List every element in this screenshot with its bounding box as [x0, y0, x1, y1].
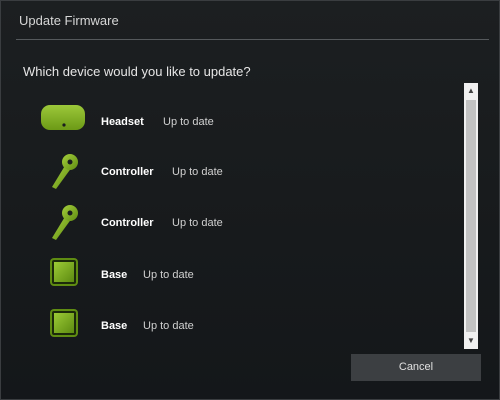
base-station-icon — [50, 258, 78, 286]
device-row-headset[interactable]: Headset Up to date — [39, 103, 339, 143]
scroll-up-arrow[interactable]: ▲ — [464, 83, 478, 99]
device-row-controller-1[interactable]: Controller Up to date — [39, 153, 339, 193]
device-status: Up to date — [172, 217, 223, 229]
device-status: Up to date — [143, 320, 194, 332]
controller-icon — [52, 205, 78, 240]
device-row-base-1[interactable]: Base Up to date — [39, 256, 339, 296]
update-firmware-dialog: Update Firmware Which device would you l… — [0, 0, 500, 400]
device-status: Up to date — [172, 166, 223, 178]
device-prompt: Which device would you like to update? — [23, 64, 251, 79]
device-row-base-2[interactable]: Base Up to date — [39, 307, 339, 347]
controller-icon — [52, 154, 78, 189]
cancel-button[interactable]: Cancel — [351, 354, 481, 381]
device-name: Controller — [101, 217, 154, 229]
scroll-thumb[interactable] — [466, 100, 476, 332]
device-name: Controller — [101, 166, 154, 178]
device-list-scrollbar[interactable]: ▲ ▼ — [464, 83, 478, 349]
device-list: Headset Up to date Controller Up to date — [1, 91, 461, 349]
base-station-icon — [50, 309, 78, 337]
device-name: Base — [101, 320, 128, 332]
device-row-controller-2[interactable]: Controller Up to date — [39, 204, 339, 244]
dialog-title: Update Firmware — [19, 13, 119, 28]
device-name: Base — [101, 269, 128, 281]
title-divider — [16, 39, 489, 40]
device-status: Up to date — [163, 116, 214, 128]
device-status: Up to date — [143, 269, 194, 281]
scroll-down-arrow[interactable]: ▼ — [464, 333, 478, 349]
device-name: Headset — [101, 116, 144, 128]
headset-icon — [41, 105, 85, 130]
